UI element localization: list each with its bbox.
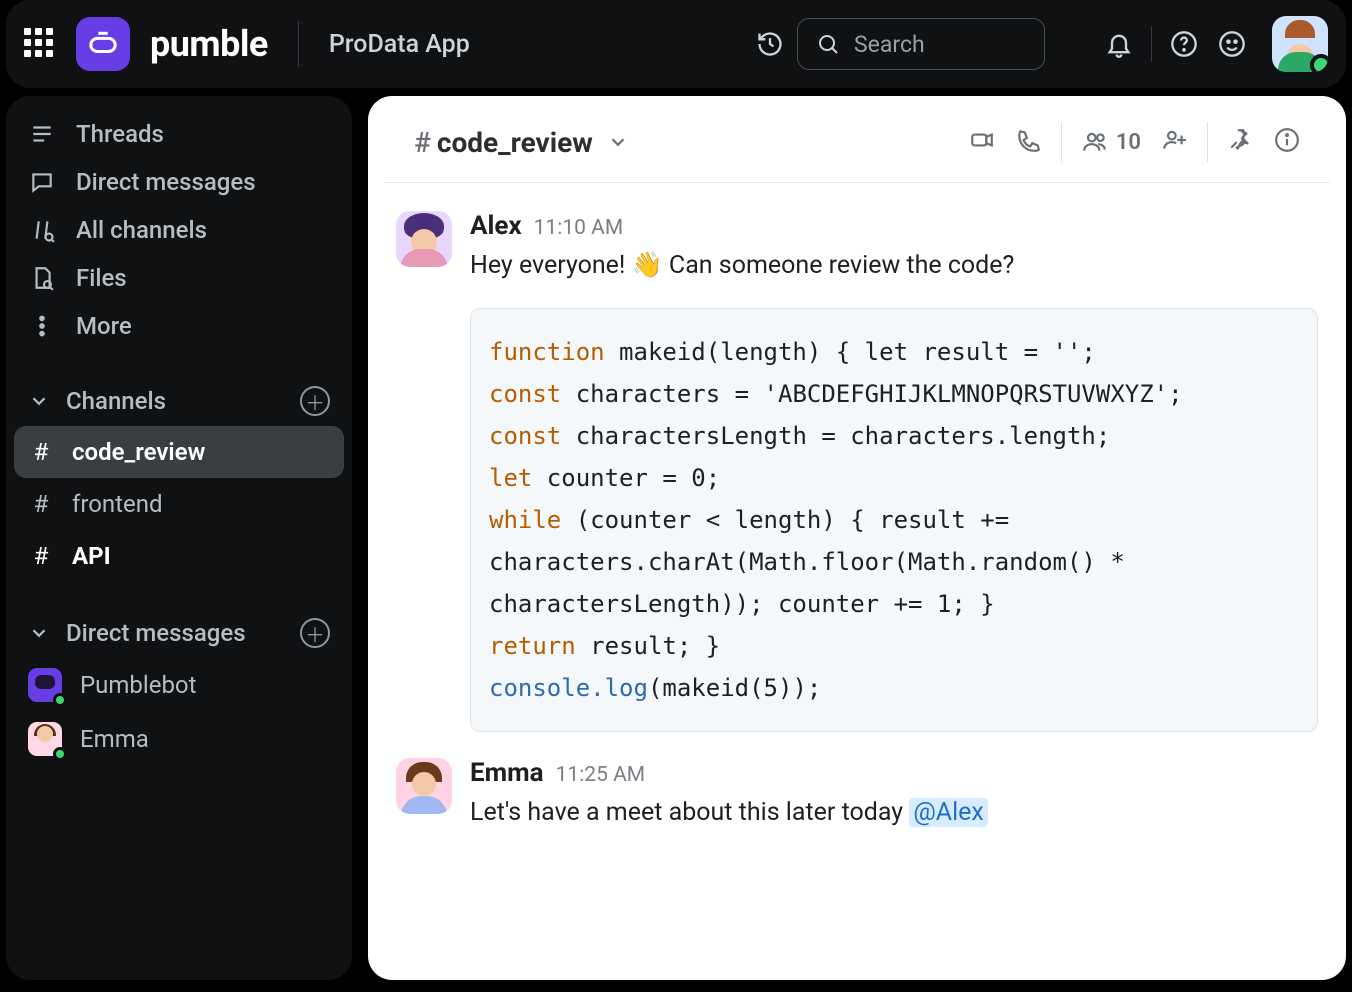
- pin-icon[interactable]: [1228, 127, 1254, 157]
- topbar: pumble ProData App Search: [6, 0, 1346, 88]
- section-channels[interactable]: Channels ＋: [14, 372, 344, 426]
- message-text: Hey everyone! 👋 Can someone review the c…: [470, 247, 1318, 286]
- nav-all-channels[interactable]: All channels: [14, 206, 344, 254]
- nav-files[interactable]: Files: [14, 254, 344, 302]
- search-placeholder: Search: [854, 31, 925, 58]
- code-block[interactable]: function makeid(length) { let result = '…: [470, 308, 1318, 732]
- add-dm-button[interactable]: ＋: [300, 618, 330, 648]
- presence-indicator-icon: [53, 693, 67, 707]
- brand-logo-icon: [76, 17, 130, 71]
- info-icon[interactable]: [1274, 127, 1300, 157]
- channel-title[interactable]: # code_review: [414, 126, 629, 159]
- channel-name: code_review: [437, 126, 593, 159]
- message-list: Alex 11:10 AM Hey everyone! 👋 Can someon…: [368, 183, 1346, 980]
- avatar-emma-icon: [396, 758, 452, 814]
- chevron-down-icon: [607, 131, 629, 153]
- bot-avatar-icon: [28, 668, 62, 702]
- dm-emma[interactable]: Emma: [14, 712, 344, 766]
- avatar-alex-icon: [396, 211, 452, 267]
- dm-icon: [28, 168, 56, 196]
- nav-label: More: [76, 312, 132, 340]
- divider: [1061, 122, 1062, 162]
- member-count[interactable]: 10: [1082, 129, 1141, 155]
- emoji-icon[interactable]: [1210, 22, 1254, 66]
- dm-label: Pumblebot: [80, 671, 196, 699]
- channel-frontend[interactable]: # frontend: [14, 478, 344, 530]
- message-time: 11:10 AM: [534, 216, 624, 240]
- message-item: Alex 11:10 AM Hey everyone! 👋 Can someon…: [396, 193, 1318, 740]
- hash-icon: #: [414, 126, 431, 159]
- wave-emoji-icon: 👋: [632, 251, 663, 280]
- search-icon: [816, 32, 840, 56]
- hash-icon: #: [28, 542, 54, 570]
- add-channel-button[interactable]: ＋: [300, 386, 330, 416]
- message-text: Let's have a meet about this later today…: [470, 794, 1318, 833]
- presence-indicator-icon: [1310, 54, 1328, 72]
- message-time: 11:25 AM: [556, 763, 646, 787]
- dm-label: Emma: [80, 725, 149, 753]
- nav-label: Direct messages: [76, 168, 256, 196]
- member-count-value: 10: [1116, 130, 1141, 155]
- channel-panel: # code_review 10: [368, 96, 1346, 980]
- brand-name: pumble: [150, 23, 268, 65]
- channel-label: code_review: [72, 438, 205, 466]
- divider: [298, 21, 299, 67]
- section-label: Channels: [66, 387, 166, 415]
- workspace-name[interactable]: ProData App: [329, 30, 470, 59]
- channel-code-review[interactable]: # code_review: [14, 426, 344, 478]
- divider: [1151, 26, 1152, 62]
- chevron-down-icon: [28, 390, 50, 412]
- app-grid-icon[interactable]: [24, 28, 56, 60]
- presence-indicator-icon: [53, 747, 67, 761]
- history-icon[interactable]: [755, 29, 785, 59]
- nav-threads[interactable]: Threads: [14, 110, 344, 158]
- nav-more[interactable]: More: [14, 302, 344, 350]
- dm-pumblebot[interactable]: Pumblebot: [14, 658, 344, 712]
- search-input[interactable]: Search: [797, 18, 1045, 70]
- more-icon: [28, 312, 56, 340]
- section-label: Direct messages: [66, 619, 246, 647]
- user-avatar-icon: [28, 722, 62, 756]
- hash-icon: #: [28, 490, 54, 518]
- members-icon: [1082, 129, 1108, 155]
- nav-label: Threads: [76, 120, 164, 148]
- message-author[interactable]: Alex: [470, 211, 522, 241]
- nav-label: Files: [76, 264, 127, 292]
- all-channels-icon: [28, 216, 56, 244]
- chevron-down-icon: [28, 622, 50, 644]
- channel-label: API: [72, 542, 111, 570]
- message-item: Emma 11:25 AM Let's have a meet about th…: [396, 740, 1318, 841]
- video-call-icon[interactable]: [969, 127, 995, 157]
- sidebar: Threads Direct messages All channels Fil…: [6, 96, 352, 980]
- channel-header: # code_review 10: [384, 96, 1330, 183]
- divider: [1207, 122, 1208, 162]
- user-avatar[interactable]: [1272, 16, 1328, 72]
- channel-label: frontend: [72, 490, 163, 518]
- audio-call-icon[interactable]: [1015, 127, 1041, 157]
- message-author[interactable]: Emma: [470, 758, 544, 788]
- threads-icon: [28, 120, 56, 148]
- mention-alex[interactable]: @Alex: [909, 798, 988, 827]
- nav-label: All channels: [76, 216, 207, 244]
- notifications-icon[interactable]: [1097, 22, 1141, 66]
- add-member-icon[interactable]: [1161, 127, 1187, 157]
- hash-icon: #: [28, 438, 54, 466]
- section-direct-messages[interactable]: Direct messages ＋: [14, 604, 344, 658]
- files-icon: [28, 264, 56, 292]
- help-icon[interactable]: [1162, 22, 1206, 66]
- channel-api[interactable]: # API: [14, 530, 344, 582]
- nav-direct-messages[interactable]: Direct messages: [14, 158, 344, 206]
